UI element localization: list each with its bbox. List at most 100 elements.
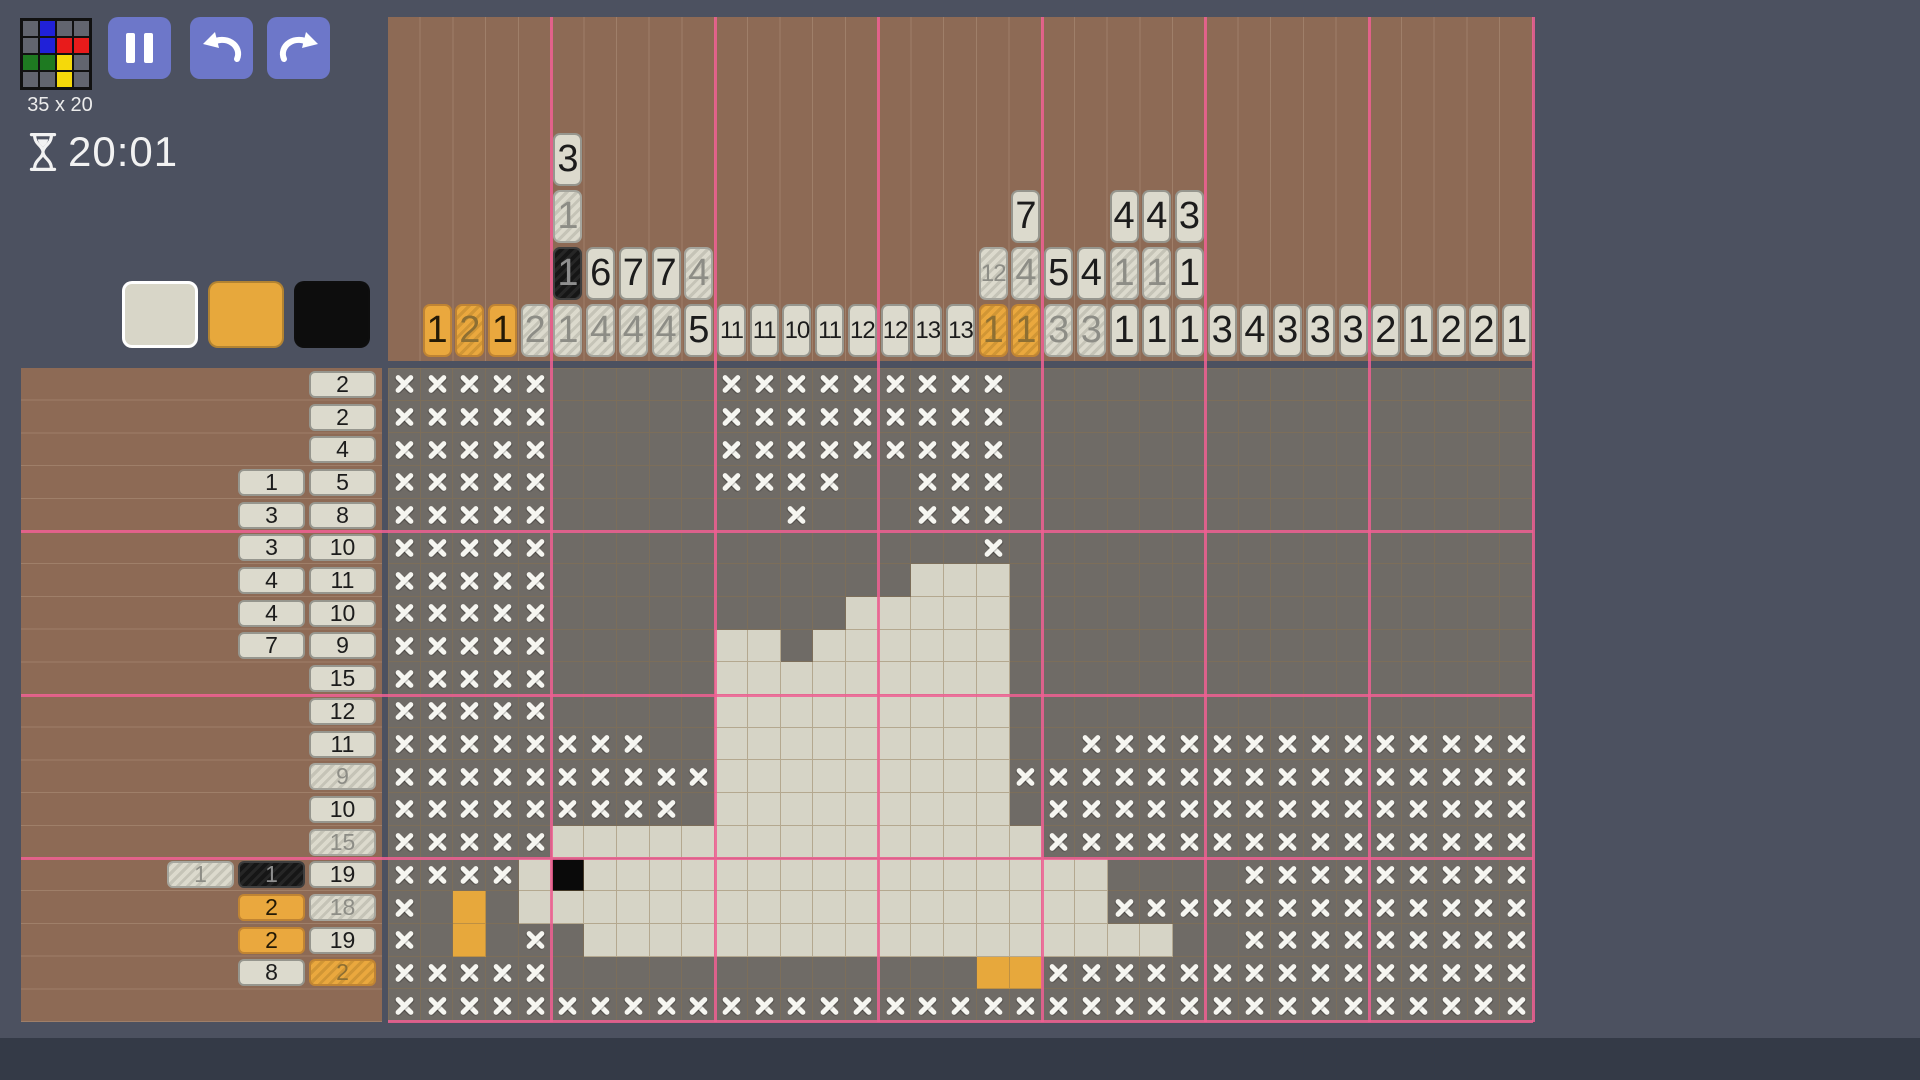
grid-cell[interactable] [1468, 564, 1501, 597]
grid-cell[interactable] [1468, 499, 1501, 532]
grid-cell[interactable] [1042, 826, 1075, 859]
grid-cell[interactable] [944, 564, 977, 597]
grid-cell[interactable] [1337, 564, 1370, 597]
grid-cell[interactable] [1140, 859, 1173, 892]
grid-cell[interactable] [682, 532, 715, 565]
row-clue-tile[interactable]: 15 [309, 665, 376, 692]
col-clue-tile[interactable]: 2 [521, 304, 550, 357]
grid-cell[interactable] [1206, 499, 1239, 532]
grid-cell[interactable] [944, 368, 977, 401]
grid-cell[interactable] [813, 891, 846, 924]
grid-cell[interactable] [1271, 368, 1304, 401]
grid-cell[interactable] [1304, 891, 1337, 924]
grid-cell[interactable] [650, 891, 683, 924]
col-clue-tile[interactable]: 4 [1142, 190, 1171, 243]
grid-cell[interactable] [1337, 793, 1370, 826]
grid-cell[interactable] [1369, 532, 1402, 565]
grid-cell[interactable] [977, 989, 1010, 1022]
grid-cell[interactable] [1010, 368, 1043, 401]
grid-cell[interactable] [519, 760, 552, 793]
grid-cell[interactable] [1075, 826, 1108, 859]
grid-cell[interactable] [1435, 695, 1468, 728]
grid-cell[interactable] [813, 662, 846, 695]
grid-cell[interactable] [682, 368, 715, 401]
grid-cell[interactable] [388, 662, 421, 695]
grid-cell[interactable] [650, 957, 683, 990]
grid-cell[interactable] [650, 728, 683, 761]
grid-cell[interactable] [1402, 989, 1435, 1022]
grid-cell[interactable] [1206, 401, 1239, 434]
grid-cell[interactable] [1010, 662, 1043, 695]
grid-cell[interactable] [1304, 368, 1337, 401]
grid-cell[interactable] [977, 368, 1010, 401]
grid-cell[interactable] [617, 728, 650, 761]
grid-cell[interactable] [846, 630, 879, 663]
grid-cell[interactable] [748, 989, 781, 1022]
grid-cell[interactable] [911, 662, 944, 695]
grid-cell[interactable] [715, 924, 748, 957]
grid-cell[interactable] [1239, 859, 1272, 892]
grid-cell[interactable] [1500, 695, 1533, 728]
row-clue-tile[interactable]: 11 [309, 731, 376, 758]
grid-cell[interactable] [1010, 826, 1043, 859]
grid-cell[interactable] [1369, 793, 1402, 826]
grid-cell[interactable] [1140, 630, 1173, 663]
grid-cell[interactable] [879, 989, 912, 1022]
grid-cell[interactable] [584, 433, 617, 466]
grid-cell[interactable] [1304, 401, 1337, 434]
grid-cell[interactable] [1468, 368, 1501, 401]
grid-cell[interactable] [1468, 728, 1501, 761]
grid-cell[interactable] [1468, 662, 1501, 695]
grid-cell[interactable] [1239, 826, 1272, 859]
grid-cell[interactable] [813, 826, 846, 859]
grid-cell[interactable] [421, 924, 454, 957]
grid-cell[interactable] [813, 433, 846, 466]
grid-cell[interactable] [1108, 433, 1141, 466]
grid-cell[interactable] [1042, 695, 1075, 728]
grid-cell[interactable] [1075, 859, 1108, 892]
grid-cell[interactable] [682, 760, 715, 793]
grid-cell[interactable] [715, 368, 748, 401]
col-clue-tile[interactable]: 1 [1142, 247, 1171, 300]
grid-cell[interactable] [748, 924, 781, 957]
grid-cell[interactable] [519, 466, 552, 499]
grid-cell[interactable] [1010, 564, 1043, 597]
grid-cell[interactable] [486, 532, 519, 565]
grid-cell[interactable] [813, 793, 846, 826]
row-clue-tile[interactable]: 2 [309, 404, 376, 431]
grid-cell[interactable] [1468, 924, 1501, 957]
grid-cell[interactable] [682, 826, 715, 859]
grid-cell[interactable] [813, 728, 846, 761]
grid-cell[interactable] [388, 793, 421, 826]
grid-cell[interactable] [617, 401, 650, 434]
grid-cell[interactable] [421, 760, 454, 793]
col-clue-tile[interactable]: 1 [423, 304, 452, 357]
grid-cell[interactable] [682, 728, 715, 761]
grid-cell[interactable] [1271, 532, 1304, 565]
grid-cell[interactable] [944, 597, 977, 630]
grid-cell[interactable] [781, 368, 814, 401]
grid-cell[interactable] [1500, 630, 1533, 663]
grid-cell[interactable] [879, 630, 912, 663]
grid-cell[interactable] [1435, 826, 1468, 859]
grid-cell[interactable] [1075, 891, 1108, 924]
grid-cell[interactable] [1271, 859, 1304, 892]
grid-cell[interactable] [552, 891, 585, 924]
grid-cell[interactable] [682, 662, 715, 695]
grid-cell[interactable] [519, 924, 552, 957]
grid-cell[interactable] [1010, 597, 1043, 630]
grid-cell[interactable] [781, 630, 814, 663]
grid-cell[interactable] [1337, 957, 1370, 990]
grid-cell[interactable] [650, 532, 683, 565]
grid-cell[interactable] [1402, 859, 1435, 892]
grid-cell[interactable] [1468, 532, 1501, 565]
grid-cell[interactable] [1369, 924, 1402, 957]
grid-cell[interactable] [519, 401, 552, 434]
grid-cell[interactable] [1369, 695, 1402, 728]
col-clue-tile[interactable]: 5 [684, 304, 713, 357]
grid-cell[interactable] [1402, 728, 1435, 761]
grid-cell[interactable] [552, 466, 585, 499]
grid-cell[interactable] [1010, 532, 1043, 565]
grid-cell[interactable] [879, 924, 912, 957]
grid-cell[interactable] [715, 793, 748, 826]
